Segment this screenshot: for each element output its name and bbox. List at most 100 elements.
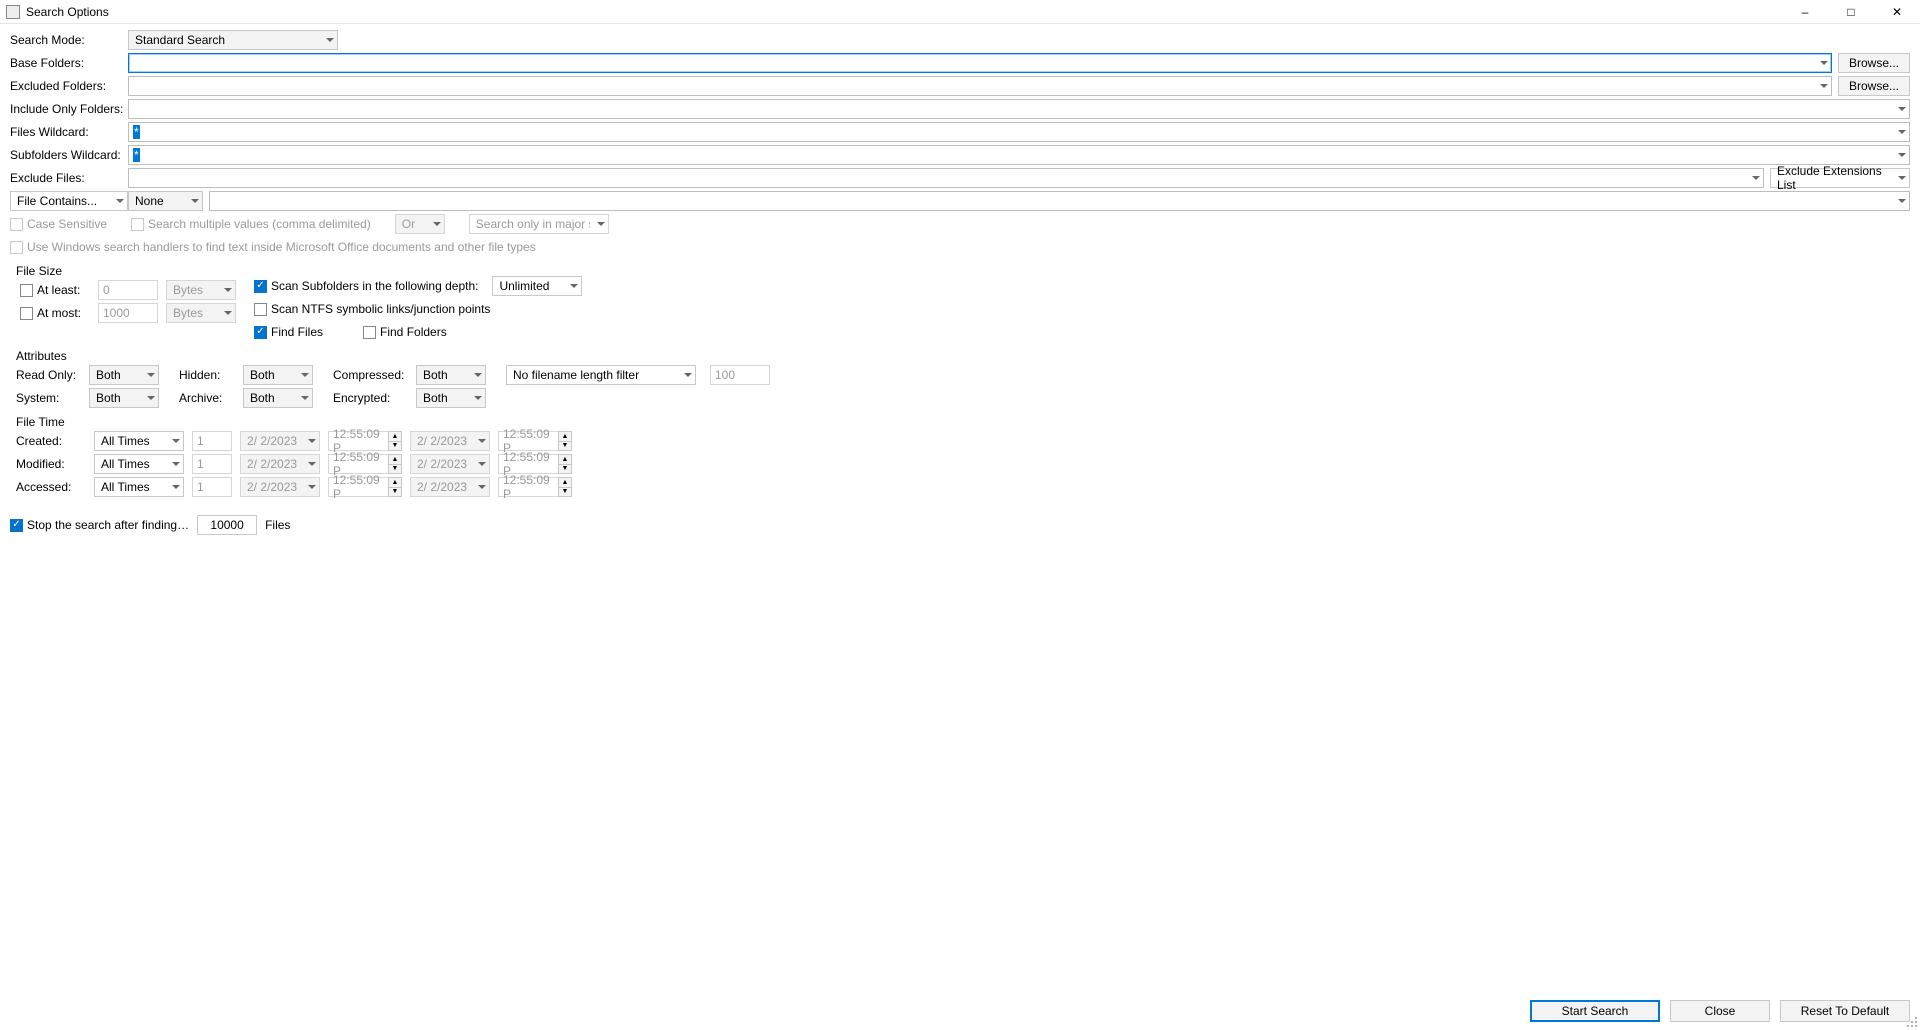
accessed-to-date[interactable]: 2/ 2/2023 <box>410 477 490 497</box>
encrypted-select[interactable]: Both <box>416 388 486 408</box>
modified-from-date[interactable]: 2/ 2/2023 <box>240 454 320 474</box>
accessed-mode-select[interactable]: All Times <box>94 477 184 497</box>
compressed-select[interactable]: Both <box>416 365 486 385</box>
find-folders-checkbox[interactable]: Find Folders <box>363 325 447 339</box>
base-folders-input[interactable] <box>128 53 1832 73</box>
find-files-checkbox[interactable]: ✓ Find Files <box>254 325 323 339</box>
created-to-time[interactable]: 12:55:09 P▲▼ <box>498 431 572 451</box>
created-lastn-input[interactable]: 1 <box>192 431 232 451</box>
chevron-down-icon <box>308 462 316 466</box>
modified-mode-select[interactable]: All Times <box>94 454 184 474</box>
accessed-mode-value: All Times <box>101 480 150 494</box>
archive-value: Both <box>250 391 275 405</box>
filename-filter-select[interactable]: No filename length filter <box>506 365 696 385</box>
close-window-button[interactable]: ✕ <box>1874 0 1920 24</box>
base-folders-browse-button[interactable]: Browse... <box>1838 53 1910 73</box>
at-most-checkbox[interactable]: At most: <box>20 306 90 320</box>
accessed-lastn-input[interactable]: 1 <box>192 477 232 497</box>
major-strings-select[interactable]: Search only in major strings <box>469 214 609 234</box>
hidden-label: Hidden: <box>179 368 235 382</box>
reset-default-button[interactable]: Reset To Default <box>1780 1000 1910 1022</box>
scan-subfolders-checkbox[interactable]: ✓ Scan Subfolders in the following depth… <box>254 279 478 293</box>
spin-up-icon[interactable]: ▲ <box>389 455 401 465</box>
spin-down-icon[interactable]: ▼ <box>559 442 571 451</box>
files-wildcard-input[interactable]: * <box>128 122 1910 142</box>
checkbox-icon <box>363 326 376 339</box>
stop-after-count-input[interactable]: 10000 <box>197 515 257 535</box>
file-contains-text-input[interactable] <box>209 191 1910 211</box>
at-most-value[interactable]: 1000 <box>98 303 158 323</box>
spin-down-icon[interactable]: ▼ <box>389 465 401 474</box>
chevron-down-icon <box>684 373 692 377</box>
at-most-label: At most: <box>37 306 81 320</box>
file-contains-submode-select[interactable]: None <box>128 191 203 211</box>
chevron-down-icon <box>1820 84 1828 88</box>
system-value: Both <box>96 391 121 405</box>
subfolders-wildcard-input[interactable]: * <box>128 145 1910 165</box>
created-to-date[interactable]: 2/ 2/2023 <box>410 431 490 451</box>
created-from-date-value: 2/ 2/2023 <box>247 434 297 448</box>
modified-lastn-input[interactable]: 1 <box>192 454 232 474</box>
scan-depth-select[interactable]: Unlimited <box>492 276 582 296</box>
subfolders-wildcard-label: Subfolders Wildcard: <box>10 148 128 162</box>
at-least-unit-select[interactable]: Bytes <box>166 280 236 300</box>
filename-filter-value: No filename length filter <box>513 368 639 382</box>
modified-to-date[interactable]: 2/ 2/2023 <box>410 454 490 474</box>
spin-up-icon[interactable]: ▲ <box>389 432 401 442</box>
case-sensitive-checkbox[interactable]: Case Sensitive <box>10 217 107 231</box>
read-only-value: Both <box>96 368 121 382</box>
read-only-select[interactable]: Both <box>89 365 159 385</box>
modified-from-date-value: 2/ 2/2023 <box>247 457 297 471</box>
archive-select[interactable]: Both <box>243 388 313 408</box>
spin-down-icon[interactable]: ▼ <box>389 488 401 497</box>
checkbox-icon <box>131 218 144 231</box>
window-title: Search Options <box>26 5 1782 19</box>
spin-up-icon[interactable]: ▲ <box>389 478 401 488</box>
spin-down-icon[interactable]: ▼ <box>559 465 571 474</box>
maximize-button[interactable]: □ <box>1828 0 1874 24</box>
search-mode-select[interactable]: Standard Search <box>128 30 338 50</box>
use-handlers-checkbox[interactable]: Use Windows search handlers to find text… <box>10 240 536 254</box>
spin-up-icon[interactable]: ▲ <box>559 478 571 488</box>
file-contains-mode-select[interactable]: File Contains... <box>10 191 128 211</box>
spin-up-icon[interactable]: ▲ <box>559 432 571 442</box>
excluded-folders-input[interactable] <box>128 76 1832 96</box>
at-least-value[interactable]: 0 <box>98 280 158 300</box>
system-select[interactable]: Both <box>89 388 159 408</box>
stop-after-files-label: Files <box>265 518 290 532</box>
at-least-checkbox[interactable]: At least: <box>20 283 90 297</box>
file-contains-submode-value: None <box>135 194 164 208</box>
spin-down-icon[interactable]: ▼ <box>559 488 571 497</box>
accessed-to-time[interactable]: 12:55:09 P▲▼ <box>498 477 572 497</box>
accessed-from-date[interactable]: 2/ 2/2023 <box>240 477 320 497</box>
start-search-button[interactable]: Start Search <box>1530 1000 1660 1022</box>
scan-ntfs-label: Scan NTFS symbolic links/junction points <box>271 302 490 316</box>
spin-down-icon[interactable]: ▼ <box>389 442 401 451</box>
resize-grip-icon[interactable] <box>1904 1014 1918 1028</box>
excluded-folders-browse-button[interactable]: Browse... <box>1838 76 1910 96</box>
exclude-files-input[interactable] <box>128 168 1764 188</box>
accessed-from-time[interactable]: 12:55:09 P▲▼ <box>328 477 402 497</box>
minimize-button[interactable]: – <box>1782 0 1828 24</box>
exclude-extensions-select[interactable]: Exclude Extensions List <box>1770 168 1910 188</box>
hidden-select[interactable]: Both <box>243 365 313 385</box>
at-most-unit-select[interactable]: Bytes <box>166 303 236 323</box>
created-mode-select[interactable]: All Times <box>94 431 184 451</box>
created-from-date[interactable]: 2/ 2/2023 <box>240 431 320 451</box>
modified-to-time[interactable]: 12:55:09 P▲▼ <box>498 454 572 474</box>
created-from-time[interactable]: 12:55:09 P▲▼ <box>328 431 402 451</box>
logic-select[interactable]: Or <box>395 214 445 234</box>
filename-length-input[interactable]: 100 <box>710 365 770 385</box>
include-only-folders-input[interactable] <box>128 99 1910 119</box>
multi-values-checkbox[interactable]: Search multiple values (comma delimited) <box>131 217 371 231</box>
chevron-down-icon <box>1820 61 1828 65</box>
close-button[interactable]: Close <box>1670 1000 1770 1022</box>
modified-from-time[interactable]: 12:55:09 P▲▼ <box>328 454 402 474</box>
chevron-down-icon <box>116 199 124 203</box>
stop-after-checkbox[interactable]: ✓ Stop the search after finding… <box>10 518 189 532</box>
chevron-down-icon <box>326 38 334 42</box>
chevron-down-icon <box>1898 153 1906 157</box>
scan-ntfs-checkbox[interactable]: Scan NTFS symbolic links/junction points <box>254 302 490 316</box>
chevron-down-icon <box>308 439 316 443</box>
spin-up-icon[interactable]: ▲ <box>559 455 571 465</box>
